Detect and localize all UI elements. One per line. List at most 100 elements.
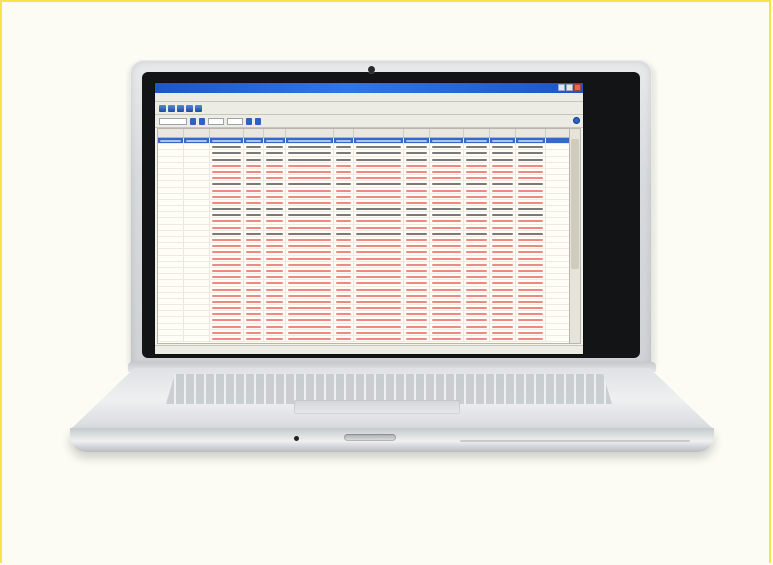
table-cell [210,317,244,323]
table-cell [404,243,430,249]
grid-column-header[interactable] [286,129,334,137]
cell-text [288,146,331,149]
cell-text [356,183,401,186]
cell-text [288,232,331,235]
cell-text [406,338,427,340]
table-cell [264,138,286,144]
toolbar-icon[interactable] [168,104,175,112]
table-cell [158,162,184,168]
table-cell [264,317,286,323]
table-cell [490,175,516,181]
table-cell [354,230,404,236]
cell-text [336,183,351,186]
close-button[interactable] [574,84,581,91]
grid-column-header[interactable] [210,129,244,137]
grid-column-header[interactable] [264,129,286,137]
table-cell [490,261,516,267]
grid-column-header[interactable] [430,129,464,137]
cell-text [336,338,351,340]
table-cell [464,298,490,305]
cell-text [266,183,283,186]
grid-column-header[interactable] [158,129,184,137]
help-icon[interactable] [573,117,580,124]
grid-column-header[interactable] [516,129,546,137]
table-cell [430,206,464,212]
cell-text [246,146,261,149]
table-cell [354,144,404,150]
table-cell [464,280,490,286]
cell-text [466,195,487,198]
table-cell [244,168,264,175]
table-cell [264,193,286,199]
toolbar-icon[interactable] [159,104,166,112]
table-cell [404,274,430,280]
table-cell [158,305,184,311]
grid-column-header[interactable] [404,129,430,137]
table-cell [210,286,244,292]
table-cell [464,255,490,261]
cell-text [518,276,543,279]
toolbar-icon[interactable] [177,104,184,112]
grid-column-header[interactable] [334,129,354,137]
grid-column-header[interactable] [354,129,404,137]
filter-input[interactable] [227,117,243,125]
table-cell [158,144,184,150]
table-cell [184,138,210,144]
table-cell [490,317,516,323]
grid-column-header[interactable] [244,129,264,137]
cell-text [466,232,487,235]
filter-icon[interactable] [190,117,196,125]
table-cell [354,156,404,162]
cell-text [246,251,261,254]
grid-column-header[interactable] [184,129,210,137]
filter-icon[interactable] [255,117,261,125]
table-cell [490,144,516,150]
table-cell [354,255,404,261]
table-cell [158,156,184,162]
grid-column-header[interactable] [490,129,516,137]
filter-icon[interactable] [199,117,205,125]
table-cell [334,224,354,230]
filter-icon[interactable] [246,117,252,125]
cell-text [266,146,283,149]
toolbar-icon[interactable] [195,104,202,112]
scrollbar-thumb[interactable] [571,139,579,269]
cell-text [432,300,461,303]
table-cell [490,138,516,144]
table-cell [404,156,430,162]
minimize-button[interactable] [558,84,565,91]
table-cell [490,224,516,230]
table-cell [210,138,244,144]
table-cell [244,261,264,267]
table-cell [464,212,490,218]
cell-text [432,331,461,334]
maximize-button[interactable] [566,84,573,91]
cell-text [336,195,351,198]
table-cell [210,212,244,218]
table-cell [210,199,244,206]
cell-text [406,208,427,211]
cell-text [356,220,401,223]
table-cell [334,212,354,218]
cell-text [246,177,261,180]
toolbar-icon[interactable] [186,104,193,112]
vertical-scrollbar[interactable] [569,128,581,344]
table-cell [354,187,404,193]
table-cell [490,267,516,274]
cell-text [492,146,513,149]
table-cell [264,274,286,280]
cell-text [246,300,261,303]
filter-input[interactable] [208,117,224,125]
grid-column-header[interactable] [464,129,490,137]
table-cell [264,199,286,206]
filter-select[interactable] [159,117,187,125]
cell-text [432,152,461,155]
table-row[interactable] [158,336,570,343]
cell-text [336,226,351,229]
table-cell [244,243,264,249]
table-cell [404,218,430,224]
cell-text [356,201,401,204]
window-controls [558,84,581,91]
table-cell [184,162,210,168]
cell-text [466,146,487,149]
